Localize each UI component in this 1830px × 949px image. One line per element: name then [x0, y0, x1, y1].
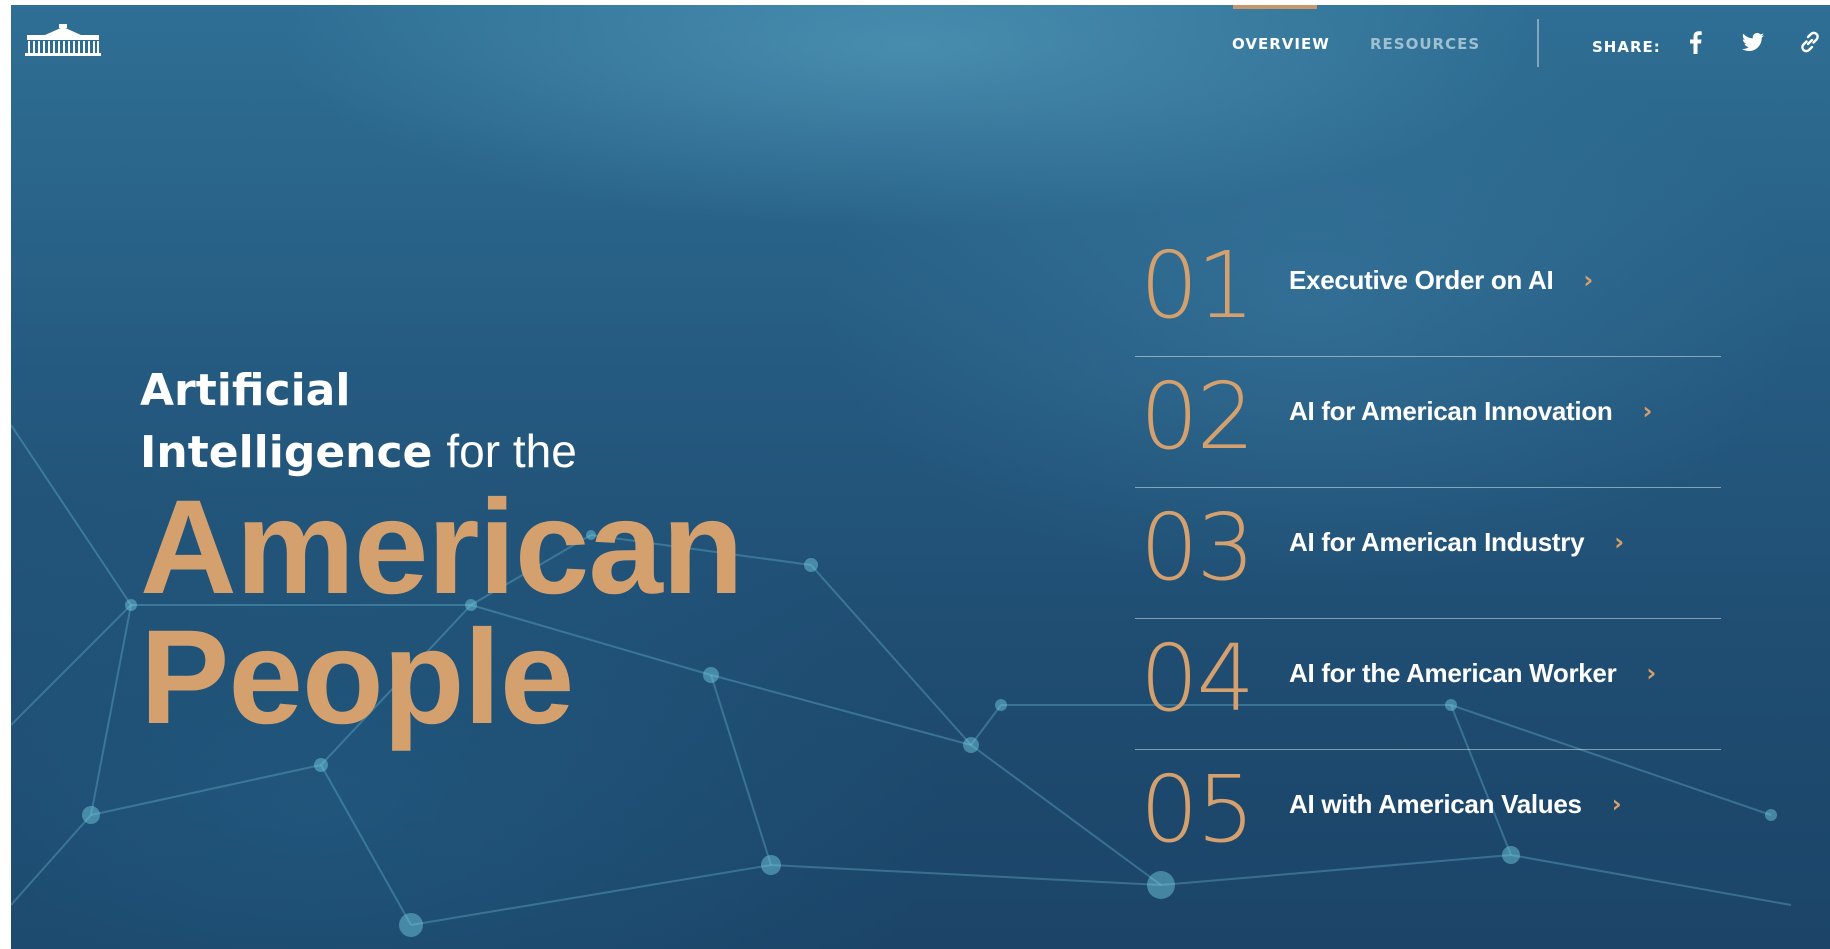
chevron-right-icon: ›: [1583, 266, 1594, 294]
menu-item-link[interactable]: AI for American Industry ›: [1289, 527, 1624, 558]
headline-for-the: for the: [446, 425, 577, 477]
headline-line-1: Artificial: [140, 361, 840, 421]
link-icon[interactable]: [1797, 29, 1823, 55]
menu-item-values[interactable]: 05 AI with American Values ›: [1135, 750, 1721, 881]
headline-intelligence: Intelligence: [140, 427, 433, 478]
share-label: SHARE:: [1592, 38, 1661, 56]
menu-item-number: 01: [1140, 232, 1255, 339]
menu-item-label: AI for the American Worker: [1289, 658, 1617, 688]
menu-item-label: AI for American Innovation: [1289, 396, 1613, 426]
menu-item-executive-order[interactable]: 01 Executive Order on AI ›: [1135, 226, 1721, 357]
nav-divider: [1537, 19, 1539, 67]
menu-item-label: AI for American Industry: [1289, 527, 1585, 557]
topic-menu: 01 Executive Order on AI › 02 AI for Amer…: [1135, 226, 1721, 881]
menu-item-link[interactable]: Executive Order on AI ›: [1289, 265, 1593, 296]
menu-item-worker[interactable]: 04 AI for the American Worker ›: [1135, 619, 1721, 750]
menu-item-number: 05: [1140, 756, 1255, 863]
chevron-right-icon: ›: [1611, 790, 1622, 818]
menu-item-label: Executive Order on AI: [1289, 265, 1554, 295]
chevron-right-icon: ›: [1646, 659, 1657, 687]
headline-american: American: [140, 473, 744, 622]
menu-item-link[interactable]: AI for American Innovation ›: [1289, 396, 1652, 427]
menu-item-link[interactable]: AI with American Values ›: [1289, 789, 1622, 820]
chevron-right-icon: ›: [1642, 397, 1653, 425]
headline-people: People: [140, 603, 574, 752]
headline-artificial: Artificial: [140, 365, 351, 416]
menu-item-number: 04: [1140, 625, 1255, 732]
white-house-logo-icon[interactable]: [25, 23, 101, 57]
twitter-icon[interactable]: [1740, 29, 1766, 55]
menu-item-innovation[interactable]: 02 AI for American Innovation ›: [1135, 357, 1721, 488]
menu-item-number: 03: [1140, 494, 1255, 601]
facebook-icon[interactable]: [1683, 29, 1709, 55]
nav-resources-link[interactable]: RESOURCES: [1370, 35, 1480, 53]
hero-headline: Artificial Intelligence for the American…: [140, 361, 840, 752]
menu-item-industry[interactable]: 03 AI for American Industry ›: [1135, 488, 1721, 619]
menu-item-label: AI with American Values: [1289, 789, 1582, 819]
chevron-right-icon: ›: [1614, 528, 1625, 556]
nav-overview-link[interactable]: OVERVIEW: [1232, 35, 1330, 53]
nav-active-indicator: [1233, 5, 1317, 9]
hero-section: OVERVIEW RESOURCES SHARE: Artificial Int…: [11, 5, 1830, 949]
menu-item-link[interactable]: AI for the American Worker ›: [1289, 658, 1656, 689]
menu-item-number: 02: [1140, 363, 1255, 470]
